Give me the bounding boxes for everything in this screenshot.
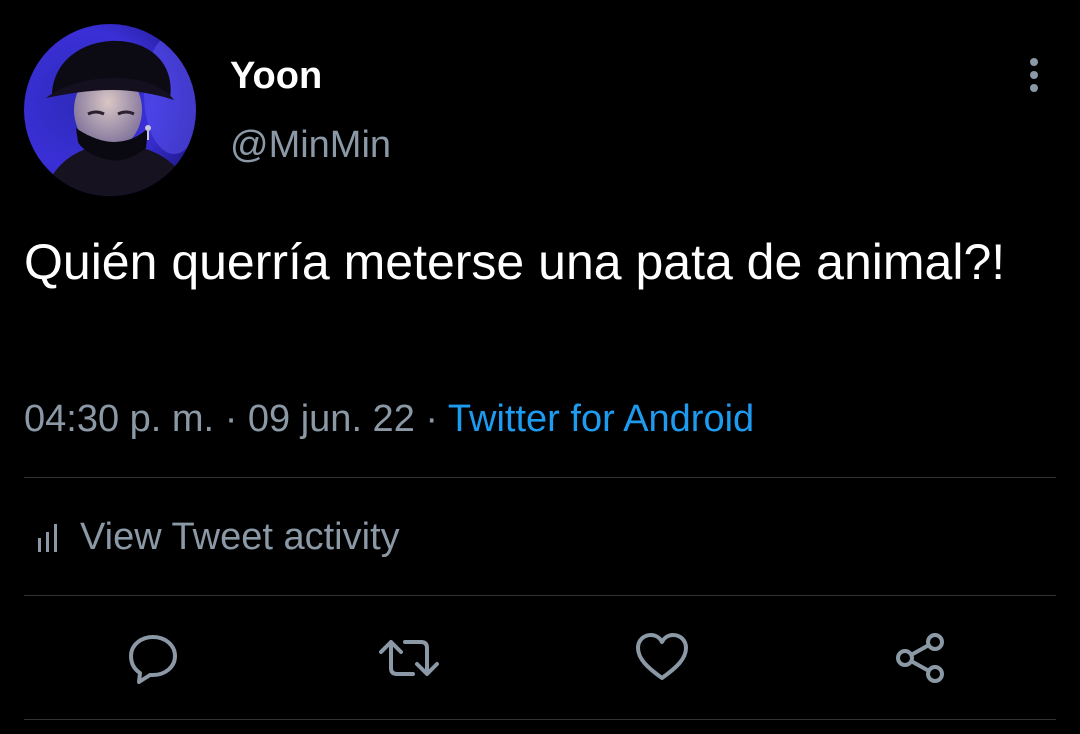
profile-photo — [24, 24, 196, 196]
retweet-button[interactable] — [379, 632, 439, 684]
avatar[interactable] — [24, 24, 196, 196]
share-icon — [896, 633, 944, 683]
bar-chart-icon — [38, 524, 57, 552]
reply-icon — [129, 635, 177, 684]
tweet-meta: 04:30 p. m. · 09 jun. 22 · Twitter for A… — [24, 393, 754, 445]
divider — [24, 595, 1056, 596]
author-handle[interactable]: @MinMin — [230, 120, 391, 170]
view-tweet-activity-button[interactable]: View Tweet activity — [24, 478, 1056, 596]
like-button[interactable] — [634, 632, 690, 684]
share-button[interactable] — [893, 632, 949, 684]
author-display-name[interactable]: Yoon — [230, 52, 322, 100]
like-icon — [636, 633, 688, 680]
tweet-source-link[interactable]: Twitter for Android — [448, 398, 754, 440]
view-tweet-activity-label: View Tweet activity — [80, 516, 400, 558]
tweet-text: Quién querría meterse una pata de animal… — [24, 234, 1006, 290]
retweet-icon — [379, 640, 439, 676]
divider — [24, 719, 1056, 720]
reply-button[interactable] — [125, 632, 181, 684]
tweet-time: 04:30 p. m. — [24, 398, 215, 440]
meta-separator: · — [224, 398, 238, 440]
meta-separator: · — [425, 398, 439, 440]
vertical-ellipsis-icon — [1030, 58, 1038, 92]
more-options-button[interactable] — [1012, 52, 1056, 100]
tweet-date: 09 jun. 22 — [247, 398, 415, 440]
